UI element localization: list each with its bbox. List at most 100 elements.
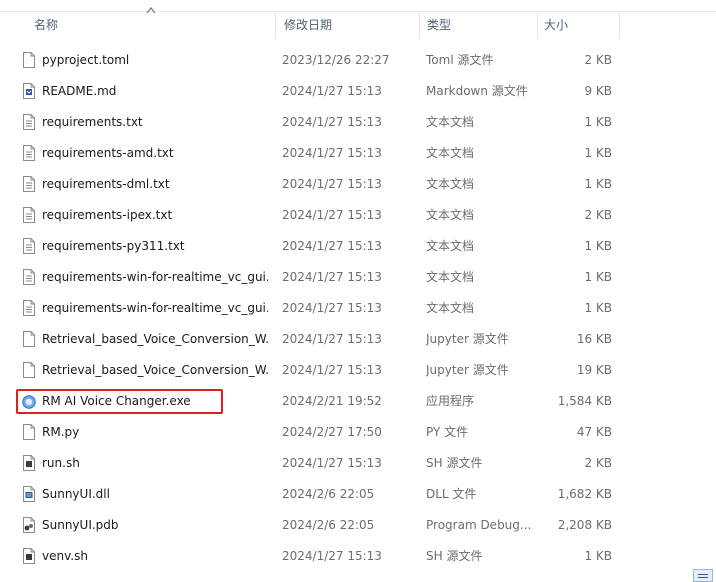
file-row[interactable]: Retrieval_based_Voice_Conversion_W... 20… [0,355,716,386]
file-type: SH 源文件 [426,549,483,563]
file-type: Markdown 源文件 [426,84,528,98]
file-row[interactable]: README.md 2024/1/27 15:13 Markdown 源文件 9… [0,76,716,107]
file-date: 2023/12/26 22:27 [282,53,390,67]
file-date: 2024/1/27 15:13 [282,332,382,346]
file-date: 2024/1/27 15:13 [282,208,382,222]
file-date: 2024/1/27 15:13 [282,115,382,129]
file-type: Jupyter 源文件 [426,363,509,377]
file-date: 2024/1/27 15:13 [282,301,382,315]
dll-file-icon [23,486,35,502]
pdb-file-icon [23,517,35,533]
file-name: requirements.txt [42,115,143,129]
file-date: 2024/2/6 22:05 [282,487,375,501]
file-date: 2024/1/27 15:13 [282,549,382,563]
document-icon [23,331,35,347]
file-type: 文本文档 [426,270,475,284]
text-file-icon [23,300,35,316]
file-row[interactable]: requirements-win-for-realtime_vc_gui... … [0,262,716,293]
file-size: 1 KB [584,270,612,284]
document-icon [23,52,35,68]
file-type: 文本文档 [426,115,475,129]
column-header-date[interactable]: 修改日期 [276,12,419,38]
column-divider[interactable] [619,12,620,38]
text-file-icon [23,238,35,254]
file-row[interactable]: Retrieval_based_Voice_Conversion_W... 20… [0,324,716,355]
text-file-icon [23,207,35,223]
file-name: requirements-py311.txt [42,239,185,253]
text-file-icon [23,269,35,285]
file-type: 文本文档 [426,239,475,253]
file-row[interactable]: RM.py 2024/2/27 17:50 PY 文件 47 KB [0,417,716,448]
file-size: 2 KB [584,53,612,67]
file-name: requirements-win-for-realtime_vc_gui... [42,270,268,284]
file-type: 文本文档 [426,177,475,191]
file-type: 文本文档 [426,146,475,160]
file-date: 2024/1/27 15:13 [282,270,382,284]
file-row[interactable]: requirements-ipex.txt 2024/1/27 15:13 文本… [0,200,716,231]
file-size: 16 KB [576,332,612,346]
file-name: SunnyUI.pdb [42,518,119,532]
script-file-icon [23,455,35,471]
script-file-icon [23,548,35,564]
list-view-icon [698,574,708,575]
file-name: RM.py [42,425,80,439]
file-name: requirements-amd.txt [42,146,174,160]
file-row[interactable]: pyproject.toml 2023/12/26 22:27 Toml 源文件… [0,45,716,76]
file-name: requirements-dml.txt [42,177,170,191]
file-date: 2024/2/27 17:50 [282,425,382,439]
file-size: 9 KB [584,84,612,98]
column-header-type[interactable]: 类型 [419,12,536,38]
file-type: Toml 源文件 [426,53,494,67]
file-type: PY 文件 [426,425,469,439]
file-date: 2024/2/21 19:52 [282,394,382,408]
file-name: README.md [42,84,117,98]
file-name: requirements-ipex.txt [42,208,173,222]
text-file-icon [23,114,35,130]
list-view-icon-line [698,577,708,578]
file-name: Retrieval_based_Voice_Conversion_W... [42,363,268,377]
file-row[interactable]: requirements-py311.txt 2024/1/27 15:13 文… [0,231,716,262]
file-date: 2024/1/27 15:13 [282,84,382,98]
file-type: 文本文档 [426,301,475,315]
text-file-icon [23,145,35,161]
file-name: venv.sh [42,549,88,563]
file-row[interactable]: venv.sh 2024/1/27 15:13 SH 源文件 1 KB [0,541,716,572]
file-size: 19 KB [576,363,612,377]
file-size: 2,208 KB [557,518,612,532]
file-row[interactable]: run.sh 2024/1/27 15:13 SH 源文件 2 KB [0,448,716,479]
file-name: pyproject.toml [42,53,130,67]
file-size: 2 KB [584,208,612,222]
column-header-size[interactable]: 大小 [536,12,620,38]
file-type: 文本文档 [426,208,475,222]
text-file-icon [23,176,35,192]
file-list: pyproject.toml 2023/12/26 22:27 Toml 源文件… [0,45,716,572]
document-icon [23,362,35,378]
file-row[interactable]: SunnyUI.pdb 2024/2/6 22:05 Program Debug… [0,510,716,541]
file-size: 1 KB [584,301,612,315]
file-size: 1,682 KB [557,487,612,501]
markdown-file-icon [23,83,35,99]
view-toggle-button[interactable] [693,569,713,582]
file-date: 2024/1/27 15:13 [282,363,382,377]
file-date: 2024/2/6 22:05 [282,518,375,532]
file-row[interactable]: SunnyUI.dll 2024/2/6 22:05 DLL 文件 1,682 … [0,479,716,510]
file-type: 应用程序 [426,394,475,408]
blank-file-icon [23,424,35,440]
file-size: 1 KB [584,177,612,191]
column-header-name[interactable]: 名称 [26,12,276,38]
file-date: 2024/1/27 15:13 [282,239,382,253]
file-row[interactable]: requirements-dml.txt 2024/1/27 15:13 文本文… [0,169,716,200]
file-name: run.sh [42,456,80,470]
file-size: 2 KB [584,456,612,470]
file-explorer-details-view: 名称 修改日期 类型 大小 pyproject.toml 2023/12/26 … [0,0,716,582]
file-date: 2024/1/27 15:13 [282,456,382,470]
file-type: Program Debug... [426,518,532,532]
file-date: 2024/1/27 15:13 [282,146,382,160]
file-type: SH 源文件 [426,456,483,470]
file-row[interactable]: requirements-amd.txt 2024/1/27 15:13 文本文… [0,138,716,169]
file-name: SunnyUI.dll [42,487,110,501]
file-row[interactable]: requirements-win-for-realtime_vc_gui... … [0,293,716,324]
file-size: 1,584 KB [557,394,612,408]
file-row[interactable]: requirements.txt 2024/1/27 15:13 文本文档 1 … [0,107,716,138]
file-name: requirements-win-for-realtime_vc_gui... [42,301,268,315]
